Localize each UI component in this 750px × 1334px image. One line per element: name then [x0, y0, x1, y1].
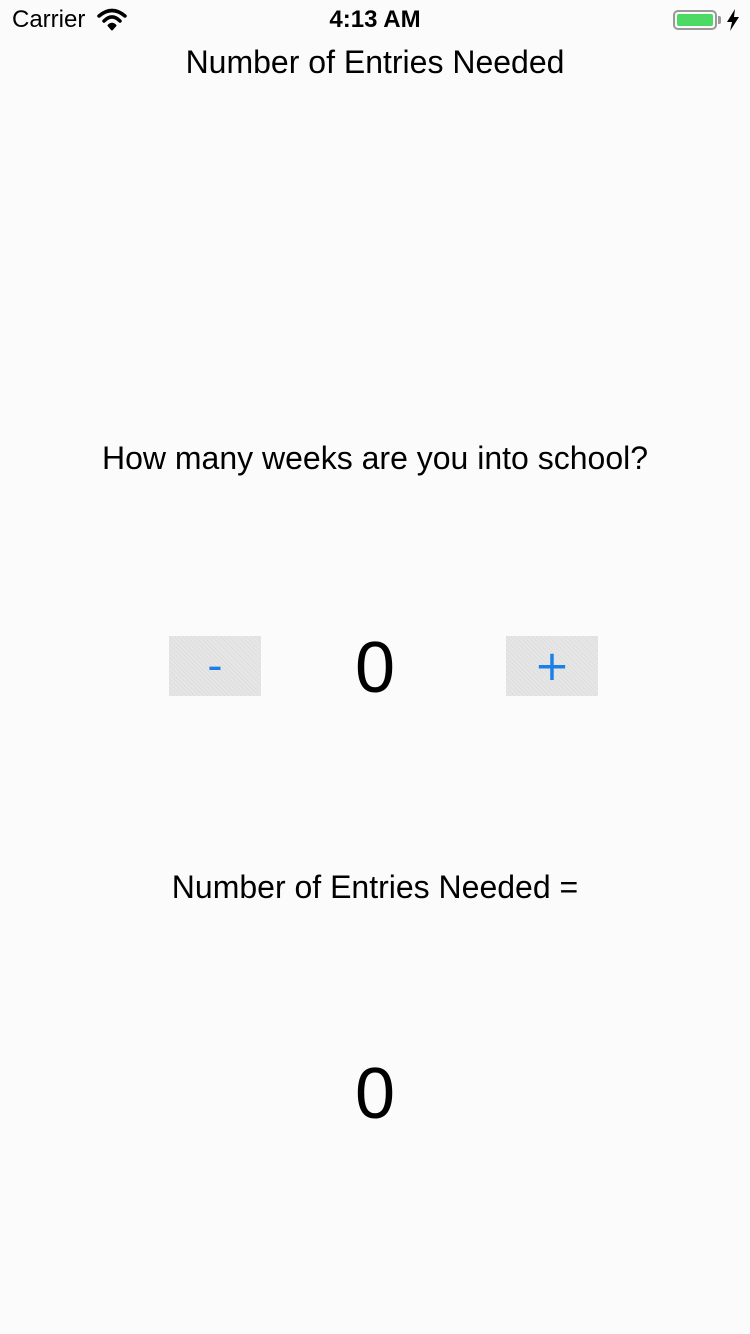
page-title: Number of Entries Needed	[185, 44, 565, 80]
status-time: 4:13 AM	[329, 6, 421, 33]
charging-bolt-icon	[727, 9, 739, 31]
status-bar: Carrier 4:13 AM	[0, 0, 750, 40]
weeks-question-label: How many weeks are you into school?	[101, 440, 649, 476]
battery-cap	[718, 16, 721, 24]
battery-icon	[673, 9, 740, 31]
entries-needed-label: Number of Entries Needed =	[171, 869, 579, 905]
battery-fill	[677, 14, 713, 26]
battery-body	[673, 10, 717, 30]
entries-needed-value: 0	[354, 1054, 396, 1134]
increment-button[interactable]: +	[506, 636, 598, 696]
weeks-value: 0	[354, 628, 396, 708]
app-screen: Carrier 4:13 AM Number of Entries Needed…	[0, 0, 750, 1334]
